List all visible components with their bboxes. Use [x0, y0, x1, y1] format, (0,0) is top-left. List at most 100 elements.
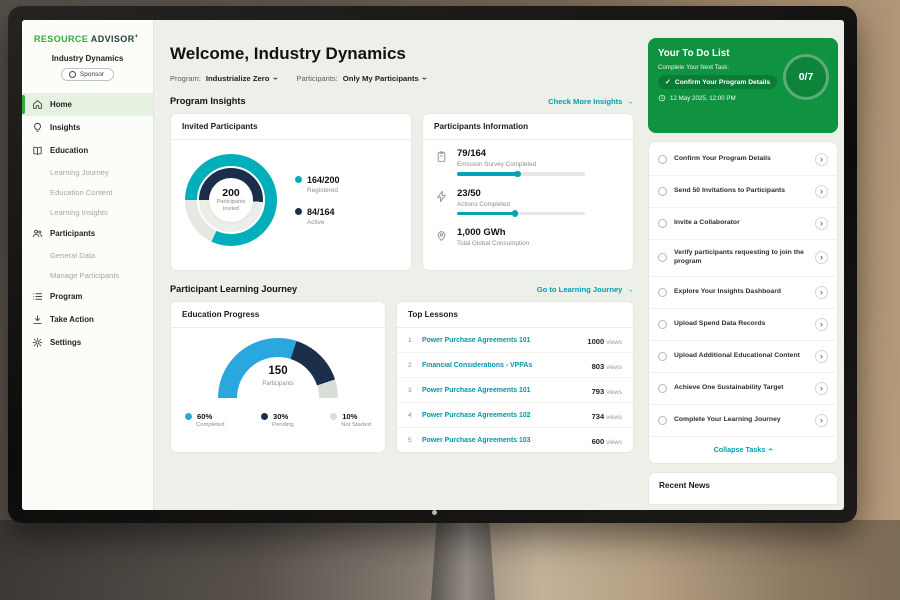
lesson-link[interactable]: Power Purchase Agreements 101	[422, 337, 580, 344]
sidebar-item-label: General Data	[50, 251, 95, 260]
task-checkbox[interactable]	[658, 320, 667, 329]
check-more-insights-link[interactable]: Check More Insights →	[548, 97, 634, 106]
sidebar-item-settings[interactable]: Settings	[22, 331, 153, 354]
donut-legend: 164/200 Registered 84/164 Active	[295, 175, 340, 226]
progress-fill	[457, 212, 516, 216]
legend-dot	[261, 413, 268, 420]
sidebar-item-label: Settings	[50, 338, 81, 347]
chevron-right-icon[interactable]: ›	[815, 217, 828, 230]
stat-label: Total Global Consumption	[457, 240, 529, 247]
lesson-rank: 1	[408, 337, 415, 344]
legend-value: 60%	[197, 412, 212, 421]
chevron-right-icon[interactable]: ›	[815, 251, 828, 264]
participants-information-card: Participants Information 79/164 Emission…	[422, 113, 634, 271]
lesson-link[interactable]: Power Purchase Agreements 101	[422, 387, 585, 394]
legend-value: 164/200	[307, 175, 340, 185]
task-item[interactable]: Confirm Your Program Details ›	[649, 144, 837, 176]
sidebar-item-home[interactable]: Home	[22, 93, 153, 116]
task-checkbox[interactable]	[658, 253, 667, 262]
monitor-bezel: RESOURCE ADVISOR+ Industry Dynamics Spon…	[8, 6, 857, 523]
legend-label: Active	[307, 219, 340, 226]
sponsor-badge-label: Sponsor	[80, 71, 104, 78]
chevron-right-icon[interactable]: ›	[815, 286, 828, 299]
sidebar-item-learning-journey[interactable]: Learning Journey	[22, 162, 153, 182]
legend-dot	[295, 208, 302, 215]
legend-dot	[295, 176, 302, 183]
chevron-right-icon[interactable]: ›	[815, 414, 828, 427]
views-count: 1000	[587, 337, 604, 346]
task-checkbox[interactable]	[658, 384, 667, 393]
task-checkbox[interactable]	[658, 155, 667, 164]
link-label: Go to Learning Journey	[537, 285, 623, 294]
chevron-up-icon: ›	[766, 448, 775, 451]
views-count: 734	[592, 412, 605, 421]
task-item[interactable]: Explore Your Insights Dashboard ›	[649, 277, 837, 309]
sidebar: RESOURCE ADVISOR+ Industry Dynamics Spon…	[22, 20, 154, 510]
lesson-link[interactable]: Financial Considerations - VPPAs	[422, 362, 585, 369]
sidebar-item-label: Education	[50, 146, 88, 155]
chevron-right-icon[interactable]: ›	[815, 318, 828, 331]
stat-label: Emission Survey Completed	[457, 161, 585, 168]
task-label: Achieve One Sustainability Target	[674, 384, 808, 393]
legend-item: 30% Pending	[261, 412, 294, 428]
program-select-value: Industrialize Zero	[206, 74, 270, 83]
task-label: Confirm Your Program Details	[674, 155, 808, 164]
sidebar-item-insights[interactable]: Insights	[22, 116, 153, 139]
chevron-right-icon[interactable]: ›	[815, 382, 828, 395]
legend-item: 164/200 Registered	[295, 175, 340, 194]
task-item[interactable]: Complete Your Learning Journey ›	[649, 405, 837, 437]
sidebar-item-program[interactable]: Program	[22, 285, 153, 308]
task-item[interactable]: Achieve One Sustainability Target ›	[649, 373, 837, 405]
top-lessons-card: Top Lessons 1 Power Purchase Agreements …	[396, 301, 634, 453]
chevron-right-icon[interactable]: ›	[815, 185, 828, 198]
lesson-link[interactable]: Power Purchase Agreements 102	[422, 412, 585, 419]
stat-value: 23/50	[457, 188, 585, 199]
sidebar-item-learning-insights[interactable]: Learning Insights	[22, 202, 153, 222]
card-title: Top Lessons	[397, 302, 633, 328]
sidebar-item-education[interactable]: Education	[22, 139, 153, 162]
lesson-row: 1 Power Purchase Agreements 101 1000view…	[397, 328, 633, 352]
sidebar-item-manage-participants[interactable]: Manage Participants	[22, 265, 153, 285]
education-icon	[32, 145, 43, 156]
task-checkbox[interactable]	[658, 219, 667, 228]
lesson-rank: 3	[408, 387, 415, 394]
task-checkbox[interactable]	[658, 187, 667, 196]
task-item[interactable]: Upload Spend Data Records ›	[649, 309, 837, 341]
next-task-chip[interactable]: ✓ Confirm Your Program Details	[658, 75, 777, 89]
lesson-link[interactable]: Power Purchase Agreements 103	[422, 437, 585, 444]
sidebar-item-label: Education Content	[50, 188, 112, 197]
sidebar-item-participants[interactable]: Participants	[22, 222, 153, 245]
legend-item: 84/164 Active	[295, 207, 340, 226]
legend-value: 84/164	[307, 207, 335, 217]
task-item[interactable]: Verify participants requesting to join t…	[649, 240, 837, 277]
views-label: views	[606, 364, 622, 371]
collapse-tasks-link[interactable]: Collapse Tasks ›	[649, 437, 837, 461]
legend-label: Pending	[272, 422, 294, 428]
views-count: 600	[592, 437, 605, 446]
task-label: Invite a Collaborator	[674, 219, 808, 228]
chevron-right-icon[interactable]: ›	[815, 350, 828, 363]
collapse-label: Collapse Tasks	[714, 445, 766, 454]
sidebar-item-education-content[interactable]: Education Content	[22, 182, 153, 202]
sponsor-badge: Sponsor	[61, 68, 114, 81]
task-checkbox[interactable]	[658, 352, 667, 361]
sidebar-item-label: Manage Participants	[50, 271, 119, 280]
task-checkbox[interactable]	[658, 288, 667, 297]
chevron-right-icon[interactable]: ›	[815, 153, 828, 166]
learning-cards-row: Education Progress 150 Participants 60% …	[170, 301, 634, 453]
todo-progress-count: 0/7	[799, 71, 814, 83]
dashboard-screen: RESOURCE ADVISOR+ Industry Dynamics Spon…	[22, 20, 844, 510]
learning-journey-header: Participant Learning Journey Go to Learn…	[170, 284, 634, 294]
task-item[interactable]: Invite a Collaborator ›	[649, 208, 837, 240]
participants-select[interactable]: Only My Participants ›	[343, 74, 426, 83]
sidebar-item-take-action[interactable]: Take Action	[22, 308, 153, 331]
sidebar-item-general-data[interactable]: General Data	[22, 245, 153, 265]
views-count: 803	[592, 362, 605, 371]
go-to-learning-journey-link[interactable]: Go to Learning Journey →	[537, 285, 634, 294]
task-item[interactable]: Send 50 Invitations to Participants ›	[649, 176, 837, 208]
program-select[interactable]: Industrialize Zero ›	[206, 74, 277, 83]
views-count: 793	[592, 387, 605, 396]
task-item[interactable]: Upload Additional Educational Content ›	[649, 341, 837, 373]
task-checkbox[interactable]	[658, 416, 667, 425]
recent-news-title: Recent News	[659, 481, 710, 490]
